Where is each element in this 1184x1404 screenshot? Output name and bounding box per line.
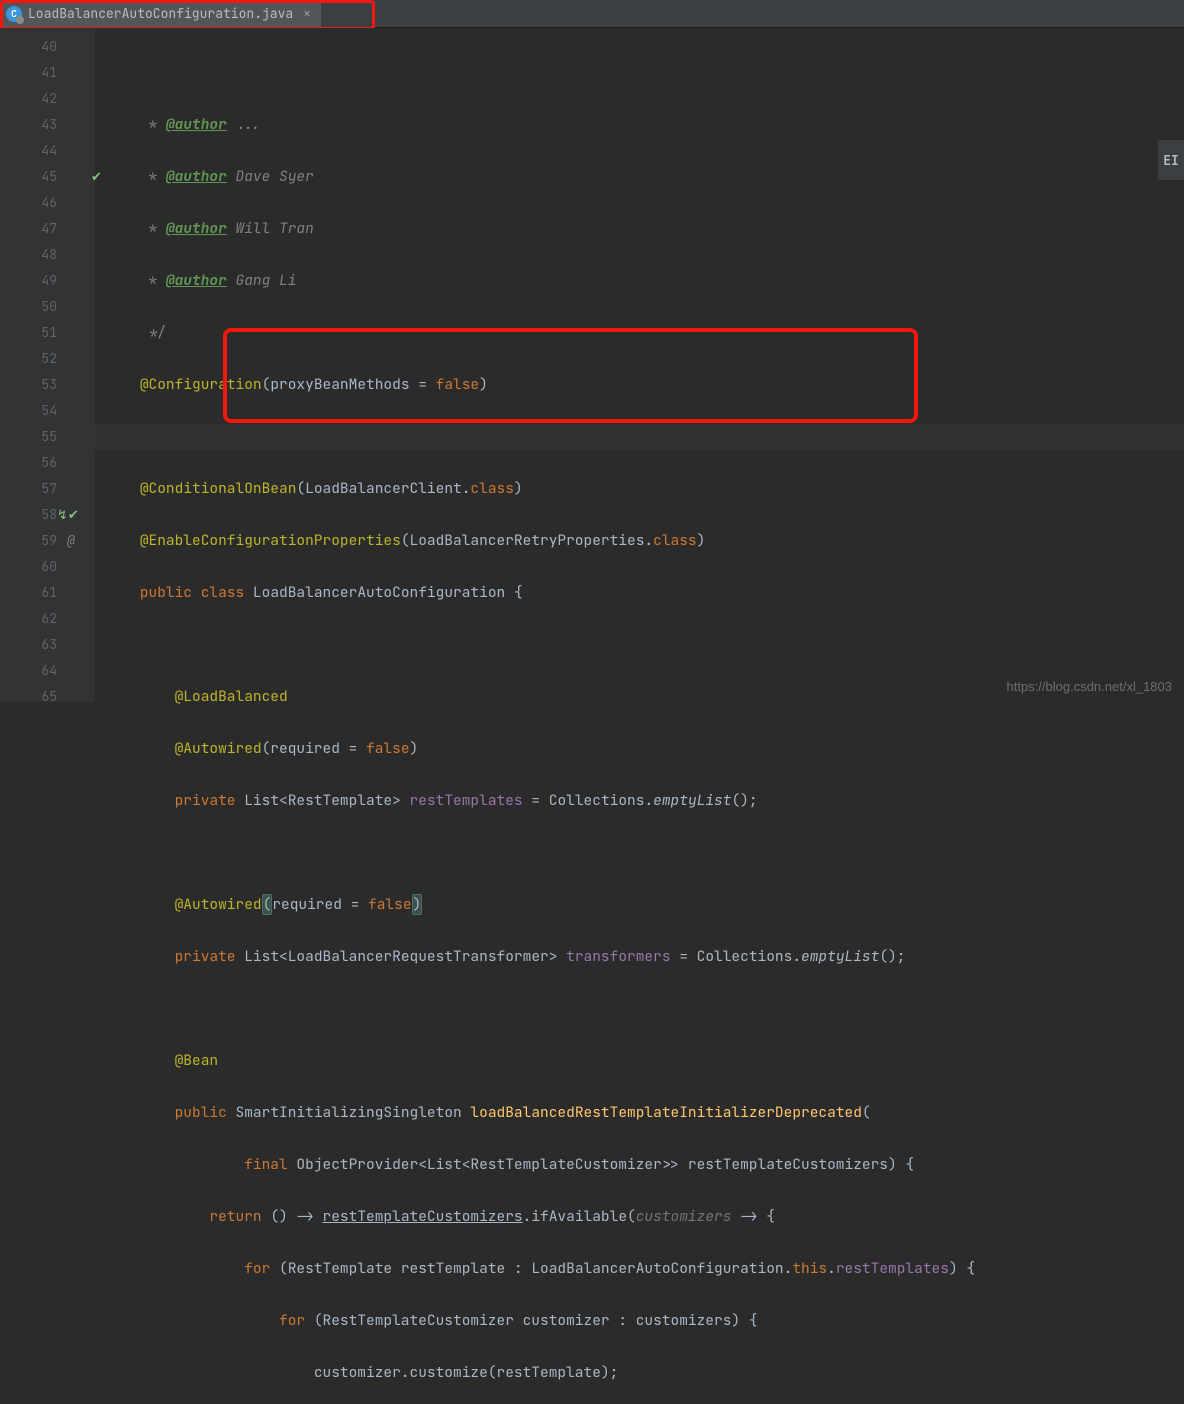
line-number: 40 — [0, 34, 57, 60]
line-number: 56 — [0, 450, 57, 476]
line-number: 41 — [0, 60, 57, 86]
code-editor[interactable]: 40 41 42 43 44 45 46 47 48 49 50 51 52 5… — [0, 28, 1184, 702]
tab-bar: LoadBalancerAutoConfiguration.java × — [0, 0, 1184, 28]
code-line: public class LoadBalancerAutoConfigurati… — [105, 580, 1184, 606]
code-line: * @author Will Tran — [105, 216, 1184, 242]
code-line: */ — [105, 320, 1184, 346]
bean-icon[interactable]: @ — [67, 528, 75, 554]
code-line: public SmartInitializingSingleton loadBa… — [105, 1100, 1184, 1126]
code-line: * @author ... — [105, 112, 1184, 138]
line-number: 49 — [0, 268, 57, 294]
code-line: @Bean — [105, 1048, 1184, 1074]
code-line: * @author Dave Syer — [105, 164, 1184, 190]
line-number: 50 — [0, 294, 57, 320]
right-sidebar-tool[interactable]: EI — [1158, 140, 1184, 180]
code-line: @Autowired(required = false) — [105, 892, 1184, 918]
code-line: for (RestTemplate restTemplate : LoadBal… — [105, 1256, 1184, 1282]
tab-filename: LoadBalancerAutoConfiguration.java — [28, 5, 293, 22]
code-line: private List<LoadBalancerRequestTransfor… — [105, 944, 1184, 970]
code-line: customizer.customize(restTemplate); — [105, 1360, 1184, 1386]
code-line: @Configuration(proxyBeanMethods = false) — [105, 372, 1184, 398]
code-line: for (RestTemplateCustomizer customizer :… — [105, 1308, 1184, 1334]
code-line: @ConditionalOnBean(LoadBalancerClient.cl… — [105, 476, 1184, 502]
line-number: 60 — [0, 554, 57, 580]
close-icon[interactable]: × — [303, 5, 311, 22]
gutter: 40 41 42 43 44 45 46 47 48 49 50 51 52 5… — [0, 28, 95, 702]
code-line: private List<RestTemplate> restTemplates… — [105, 788, 1184, 814]
line-number: 48 — [0, 242, 57, 268]
code-line: final ObjectProvider<List<RestTemplateCu… — [105, 1152, 1184, 1178]
line-number: 46 — [0, 190, 57, 216]
line-number: 62 — [0, 606, 57, 632]
code-line: return () -> restTemplateCustomizers.ifA… — [105, 1204, 1184, 1230]
code-line — [105, 632, 1184, 658]
line-number: 51 — [0, 320, 57, 346]
line-number: 63 — [0, 632, 57, 658]
java-class-icon — [6, 6, 22, 22]
line-number: 52 — [0, 346, 57, 372]
line-number: 65 — [0, 684, 57, 710]
line-number: 55 — [0, 424, 57, 450]
code-line — [105, 996, 1184, 1022]
line-number: 59 — [0, 528, 57, 554]
code-line: @Autowired(required = false) — [105, 736, 1184, 762]
code-line: @EnableConfigurationProperties(LoadBalan… — [105, 528, 1184, 554]
line-number: 61 — [0, 580, 57, 606]
line-number: 53 — [0, 372, 57, 398]
line-number: 44 — [0, 138, 57, 164]
line-number: 54 — [0, 398, 57, 424]
code-line — [105, 840, 1184, 866]
line-number: 42 — [0, 86, 57, 112]
line-number: 43 — [0, 112, 57, 138]
editor-tab[interactable]: LoadBalancerAutoConfiguration.java × — [0, 0, 321, 27]
line-number: 64 — [0, 658, 57, 684]
watermark: https://blog.csdn.net/xl_1803 — [1006, 679, 1172, 694]
line-number: 45 — [0, 164, 57, 190]
line-number: 47 — [0, 216, 57, 242]
code-area[interactable]: * @author ... * @author Dave Syer * @aut… — [95, 28, 1184, 702]
code-line: * @author Gang Li — [105, 268, 1184, 294]
current-line-highlight — [95, 424, 1184, 450]
line-number: 58 — [0, 502, 57, 528]
line-number: 57 — [0, 476, 57, 502]
override-icon[interactable]: ↯✔ — [57, 502, 79, 528]
